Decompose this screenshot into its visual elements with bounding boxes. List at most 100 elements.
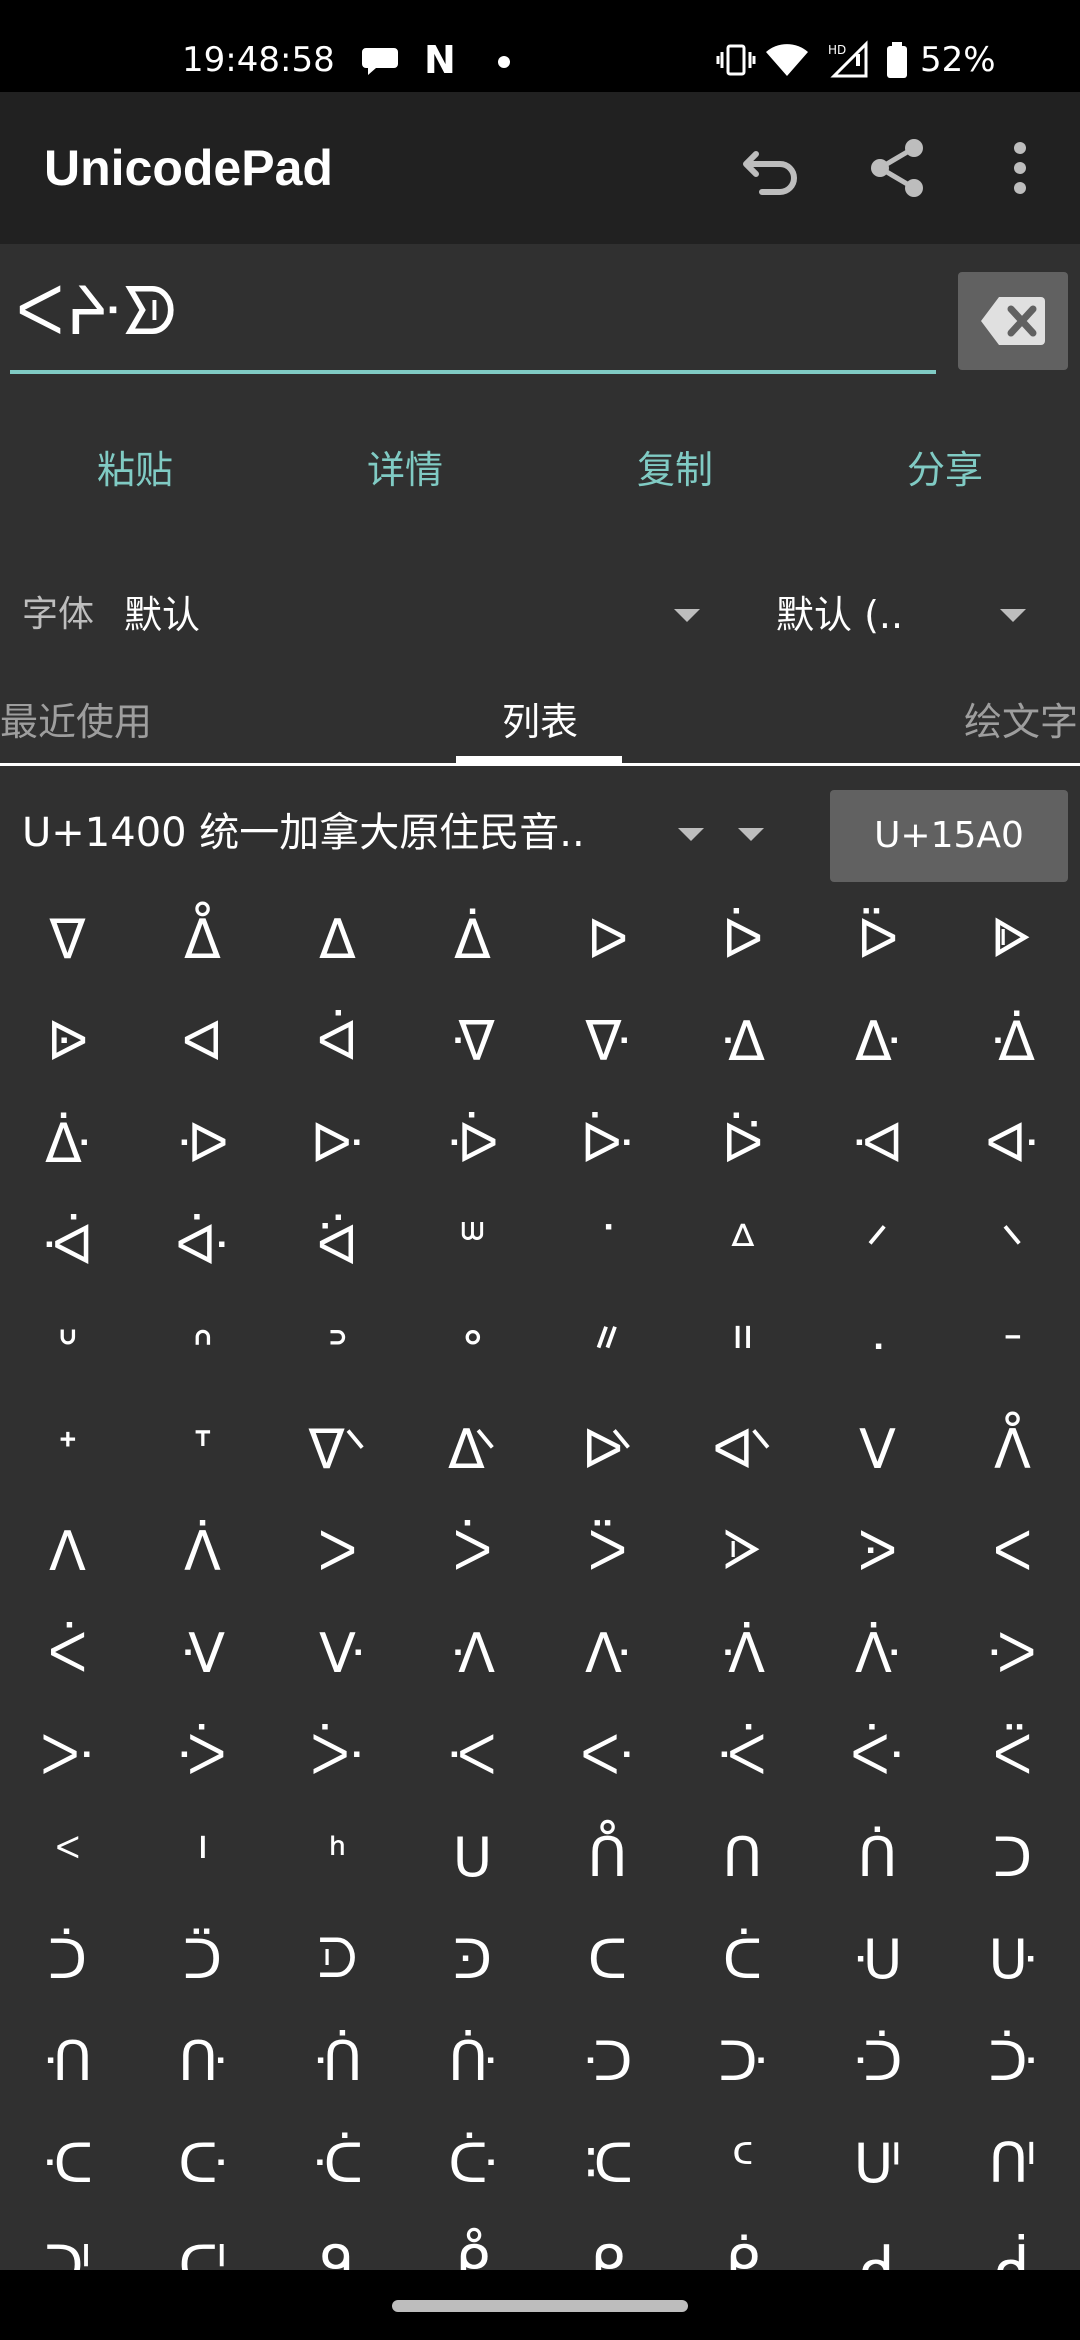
character-cell[interactable]: ᑆ (675, 1704, 810, 1806)
character-cell[interactable]: ᐥ (540, 1296, 675, 1398)
text-input[interactable]: ᐸᔲᗥ (10, 270, 936, 374)
character-cell[interactable]: ᐭ (540, 1398, 675, 1500)
character-cell[interactable]: ᑛ (270, 2010, 405, 2112)
character-cell[interactable]: ᐇ (810, 888, 945, 990)
character-cell[interactable]: ᑦ (675, 2112, 810, 2214)
character-cell[interactable]: ᐉ (0, 990, 135, 1092)
more-options-button[interactable] (980, 128, 1060, 208)
character-cell[interactable]: ᑊ (135, 1806, 270, 1908)
character-cell[interactable]: ᐡ (0, 1296, 135, 1398)
block-select[interactable]: U+1400 统一加拿大原住民音.. (22, 790, 585, 876)
character-cell[interactable]: ᐸ (945, 1500, 1080, 1602)
character-cell[interactable]: ᑘ (945, 1908, 1080, 2010)
character-cell[interactable]: ᑏ (810, 1806, 945, 1908)
character-cell[interactable]: ᑌ (405, 1806, 540, 1908)
character-cell[interactable]: ᐯ (810, 1398, 945, 1500)
character-cell[interactable]: ᐧ (810, 1296, 945, 1398)
character-cell[interactable]: ᐖ (675, 1092, 810, 1194)
character-cell[interactable]: ᐿ (810, 1602, 945, 1704)
character-cell[interactable]: ᐁ (0, 888, 135, 990)
character-cell[interactable]: ᑯ (810, 2214, 945, 2271)
character-cell[interactable]: ᐃ (270, 888, 405, 990)
character-cell[interactable]: ᐊ (135, 990, 270, 1092)
character-cell[interactable]: ᐛ (270, 1194, 405, 1296)
character-cell[interactable]: ᐄ (405, 888, 540, 990)
character-cell[interactable]: ᐒ (135, 1092, 270, 1194)
character-cell[interactable]: ᐽ (540, 1602, 675, 1704)
character-cell[interactable]: ᐳ (270, 1500, 405, 1602)
character-cell[interactable]: ᑁ (0, 1704, 135, 1806)
locale-select[interactable]: 默认 (.. (776, 575, 903, 655)
tab-recent[interactable]: 最近使用 (0, 680, 152, 764)
share-text-button[interactable]: 分享 (810, 430, 1080, 510)
character-cell[interactable]: ᑂ (135, 1704, 270, 1806)
character-cell[interactable]: ᐲ (135, 1500, 270, 1602)
character-cell[interactable]: ᐬ (405, 1398, 540, 1500)
character-cell[interactable]: ᑋ (270, 1806, 405, 1908)
copy-button[interactable]: 复制 (540, 430, 810, 510)
character-cell[interactable]: ᑇ (810, 1704, 945, 1806)
character-cell[interactable]: ᑉ (0, 1806, 135, 1908)
share-button[interactable] (858, 128, 938, 208)
backspace-button[interactable] (958, 272, 1068, 370)
character-cell[interactable]: ᐤ (405, 1296, 540, 1398)
character-cell[interactable]: ᑣ (270, 2112, 405, 2214)
character-cell[interactable]: ᑞ (675, 2010, 810, 2112)
character-cell[interactable]: ᑡ (0, 2112, 135, 2214)
character-cell[interactable]: ᐣ (270, 1296, 405, 1398)
font-select[interactable]: 默认 (124, 575, 200, 655)
character-cell[interactable]: ᐰ (945, 1398, 1080, 1500)
character-cell[interactable]: ᐂ (135, 888, 270, 990)
character-cell[interactable]: ᑓ (270, 1908, 405, 2010)
character-cell[interactable]: ᐴ (405, 1500, 540, 1602)
character-cell[interactable]: ᐢ (135, 1296, 270, 1398)
character-cell[interactable]: ᑨ (945, 2112, 1080, 2214)
character-cell[interactable]: ᑔ (405, 1908, 540, 2010)
character-cell[interactable]: ᐋ (270, 990, 405, 1092)
character-cell[interactable]: ᐞ (675, 1194, 810, 1296)
character-cell[interactable]: ᐶ (675, 1500, 810, 1602)
character-cell[interactable]: ᑥ (540, 2112, 675, 2214)
character-cell[interactable]: ᑢ (135, 2112, 270, 2214)
character-cell[interactable]: ᑄ (405, 1704, 540, 1806)
character-cell[interactable]: ᐍ (540, 990, 675, 1092)
chevron-down-icon[interactable] (738, 828, 764, 841)
tab-list[interactable]: 列表 (502, 680, 578, 764)
paste-button[interactable]: 粘贴 (0, 430, 270, 510)
character-cell[interactable]: ᐟ (810, 1194, 945, 1296)
character-cell[interactable]: ᐫ (270, 1398, 405, 1500)
character-cell[interactable]: ᐅ (540, 888, 675, 990)
character-cell[interactable]: ᑍ (540, 1806, 675, 1908)
character-cell[interactable]: ᐼ (405, 1602, 540, 1704)
details-button[interactable]: 详情 (270, 430, 540, 510)
character-cell[interactable]: ᑰ (945, 2214, 1080, 2271)
character-cell[interactable]: ᐱ (0, 1500, 135, 1602)
character-cell[interactable]: ᐏ (810, 990, 945, 1092)
character-cell[interactable]: ᑭ (540, 2214, 675, 2271)
character-cell[interactable]: ᐕ (540, 1092, 675, 1194)
character-cell[interactable]: ᐹ (0, 1602, 135, 1704)
chevron-down-icon[interactable] (1000, 609, 1026, 622)
character-cell[interactable]: ᑖ (675, 1908, 810, 2010)
character-cell[interactable]: ᐌ (405, 990, 540, 1092)
character-cell[interactable]: ᐮ (675, 1398, 810, 1500)
home-gesture-handle[interactable] (392, 2300, 688, 2312)
undo-button[interactable] (732, 128, 812, 208)
chevron-down-icon[interactable] (674, 609, 700, 622)
character-cell[interactable]: ᑪ (135, 2214, 270, 2271)
character-cell[interactable]: ᐪ (135, 1398, 270, 1500)
character-cell[interactable]: ᐩ (0, 1398, 135, 1500)
character-cell[interactable]: ᐎ (675, 990, 810, 1092)
character-cell[interactable]: ᑑ (0, 1908, 135, 2010)
character-cell[interactable]: ᑧ (810, 2112, 945, 2214)
character-cell[interactable]: ᐵ (540, 1500, 675, 1602)
character-cell[interactable]: ᐺ (135, 1602, 270, 1704)
character-cell[interactable]: ᑕ (540, 1908, 675, 2010)
character-cell[interactable]: ᐓ (270, 1092, 405, 1194)
character-cell[interactable]: ᐆ (675, 888, 810, 990)
character-cell[interactable]: ᐈ (945, 888, 1080, 990)
character-cell[interactable]: ᑀ (945, 1602, 1080, 1704)
character-cell[interactable]: ᑮ (675, 2214, 810, 2271)
character-cell[interactable]: ᐚ (135, 1194, 270, 1296)
character-cell[interactable]: ᑚ (135, 2010, 270, 2112)
